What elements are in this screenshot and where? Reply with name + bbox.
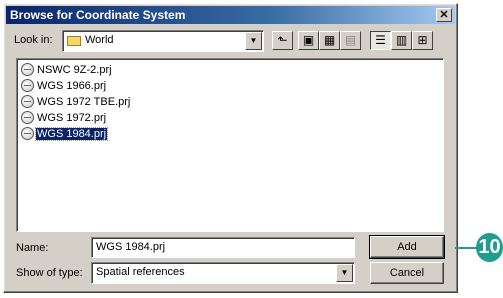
step-callout-badge: 10 [476,233,503,262]
file-item[interactable]: NSWC 9Z-2.prj [21,63,113,78]
file-name: WGS 1972 TBE.prj [37,95,131,108]
title-bar[interactable]: Browse for Coordinate System ✕ [6,6,455,24]
up-one-level-button[interactable]: ⬑ [272,31,293,50]
thumbnails-view-button[interactable]: ⊞ [412,31,433,50]
projection-file-icon [21,63,34,76]
file-name: WGS 1966.prj [37,79,107,92]
add-to-catalog-button[interactable]: ▣ [298,31,319,50]
look-in-value: World [85,34,114,46]
thumbnails-view-icon: ⊞ [417,33,428,47]
file-item[interactable]: WGS 1966.prj [21,79,107,94]
projection-file-icon [21,79,34,92]
chevron-down-icon[interactable]: ▼ [336,264,353,282]
close-icon[interactable]: ✕ [436,8,452,22]
connect-folder-icon: ▦ [323,33,336,47]
file-name: WGS 1972.prj [37,111,107,124]
look-in-dropdown[interactable]: World ▼ [62,30,264,52]
file-name: NSWC 9Z-2.prj [37,63,112,76]
projection-file-icon [21,127,34,140]
list-view-button[interactable]: ☰ [370,31,391,50]
projection-file-icon [21,111,34,124]
connect-folder-button[interactable]: ▦ [319,31,340,50]
type-dropdown[interactable]: Spatial references ▼ [91,262,355,284]
type-label: Show of type: [16,267,83,279]
details-view-button[interactable]: ▥ [391,31,412,50]
browse-dialog: Browse for Coordinate System ✕ Look in: … [3,3,458,293]
look-in-label: Look in: [14,34,53,46]
name-label: Name: [16,242,49,254]
up-one-level-icon: ⬑ [277,33,288,47]
file-item[interactable]: WGS 1972.prj [21,111,107,126]
file-item[interactable]: WGS 1972 TBE.prj [21,95,131,110]
add-to-catalog-icon: ▣ [302,33,315,47]
projection-file-icon [21,95,34,108]
cancel-button[interactable]: Cancel [370,262,444,284]
file-list[interactable]: NSWC 9Z-2.prj WGS 1966.prj WGS 1972 TBE.… [16,58,444,232]
name-input[interactable]: WGS 1984.prj [91,237,355,258]
disconnect-folder-icon: ▤ [344,33,357,47]
dialog-title: Browse for Coordinate System [10,8,186,22]
add-button[interactable]: Add [369,235,445,259]
name-input-value: WGS 1984.prj [96,241,166,253]
file-item-selected[interactable]: WGS 1984.prj [21,126,109,142]
list-view-icon: ☰ [375,33,386,47]
folder-icon [67,36,81,46]
details-view-icon: ▥ [395,33,408,47]
disconnect-folder-button[interactable]: ▤ [340,31,361,50]
type-dropdown-value: Spatial references [96,266,185,278]
file-name: WGS 1984.prj [34,126,109,141]
chevron-down-icon[interactable]: ▼ [245,32,262,50]
